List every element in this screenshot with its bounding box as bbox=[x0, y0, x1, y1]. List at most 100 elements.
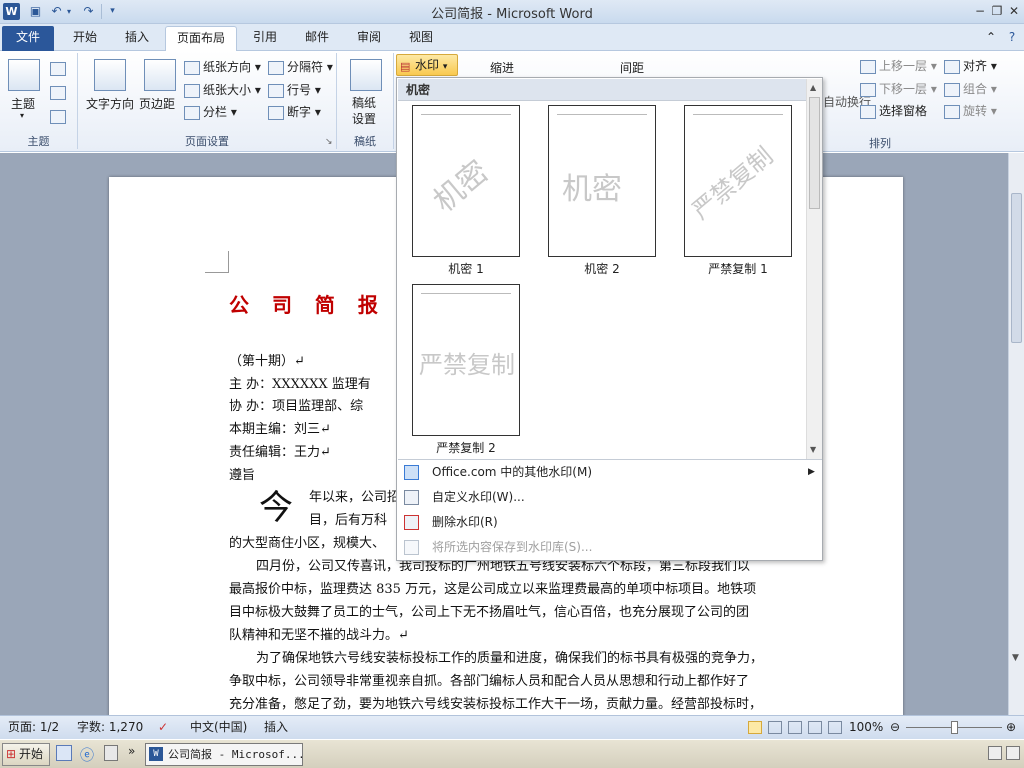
tab-mailings[interactable]: 邮件 bbox=[292, 26, 342, 51]
motto-line[interactable]: 遵旨 bbox=[229, 464, 255, 483]
tab-view[interactable]: 视图 bbox=[396, 26, 446, 51]
para2-line2[interactable]: 最高报价中标，监理费达 835 万元，这是公司成立以来监理费最高的单项中标项目。… bbox=[229, 578, 756, 597]
draft-paper-button[interactable]: 稿纸 设置 bbox=[352, 95, 376, 127]
issue-number[interactable]: （第十期）↵ bbox=[229, 350, 305, 369]
gallery-scroll-up-icon[interactable]: ▲ bbox=[810, 83, 816, 92]
co-sponsor-line[interactable]: 协 办：项目监理部、综 bbox=[229, 395, 363, 414]
full-screen-reading-icon[interactable] bbox=[768, 721, 782, 734]
align-icon bbox=[944, 59, 960, 74]
proofing-icon[interactable]: ✓ bbox=[158, 716, 168, 739]
bring-forward-button[interactable]: 上移一层 ▾ bbox=[860, 57, 937, 74]
close-button[interactable]: ✕ bbox=[1004, 2, 1024, 20]
tray-network-icon[interactable] bbox=[1006, 746, 1020, 760]
line-numbers-button[interactable]: 行号 ▾ bbox=[268, 81, 321, 98]
scroll-thumb[interactable] bbox=[1011, 193, 1022, 343]
group-button[interactable]: 组合 ▾ bbox=[944, 80, 997, 97]
para1-line2[interactable]: 目，后有万科 bbox=[309, 509, 387, 528]
language[interactable]: 中文(中国) bbox=[190, 716, 247, 739]
tab-review[interactable]: 审阅 bbox=[344, 26, 394, 51]
gallery-scrollbar[interactable]: ▲ ▼ bbox=[806, 79, 822, 459]
para1-line1[interactable]: 年以来，公司招 bbox=[309, 486, 400, 505]
themes-dropdown-icon[interactable]: ▾ bbox=[20, 111, 24, 120]
drop-cap[interactable]: 今 bbox=[259, 480, 293, 529]
rotate-button[interactable]: 旋转 ▾ bbox=[944, 102, 997, 119]
orientation-label: 纸张方向 bbox=[203, 60, 252, 74]
draft-paper-icon[interactable] bbox=[350, 59, 382, 91]
para2-line4[interactable]: 队精神和无坚不摧的战斗力。↵ bbox=[229, 624, 409, 643]
tab-page-layout[interactable]: 页面布局 bbox=[165, 26, 237, 52]
menu-item-label: Office.com 中的其他水印(M) bbox=[432, 465, 593, 479]
word-count[interactable]: 字数: 1,270 bbox=[77, 716, 143, 739]
watermark-confidential-1[interactable]: 机密 bbox=[412, 105, 520, 257]
zoom-level[interactable]: 100% bbox=[849, 716, 883, 739]
vertical-scrollbar[interactable]: ▼ bbox=[1008, 153, 1024, 715]
web-layout-icon[interactable] bbox=[788, 721, 802, 734]
quick-launch-icon[interactable] bbox=[56, 745, 72, 761]
minimize-ribbon-icon[interactable]: ⌃ bbox=[982, 26, 1000, 51]
text-direction-icon[interactable] bbox=[94, 59, 126, 91]
columns-button[interactable]: 分栏 ▾ bbox=[184, 103, 237, 120]
gallery-scroll-thumb[interactable] bbox=[809, 97, 820, 209]
gallery-header: 机密 bbox=[398, 79, 822, 101]
para3-line1[interactable]: 为了确保地铁六号线安装标投标工作的质量和进度，确保我们的标书具有极强的竞争力， bbox=[256, 647, 763, 666]
watermark-do-not-copy-2[interactable]: 严禁复制 bbox=[412, 284, 520, 436]
watermark-confidential-2[interactable]: 机密 bbox=[548, 105, 656, 257]
zoom-out-icon[interactable]: ⊖ bbox=[890, 716, 900, 739]
page-setup-launcher-icon[interactable]: ↘ bbox=[325, 137, 333, 147]
themes-group-label: 主题 bbox=[27, 135, 50, 148]
margins-icon[interactable] bbox=[144, 59, 176, 91]
tab-file[interactable]: 文件 bbox=[2, 26, 54, 51]
draft-view-icon[interactable] bbox=[828, 721, 842, 734]
para3-line2[interactable]: 争取中标，公司领导非常重视亲自抓。各部门编标人员和配合人员从思想和行动上都作好了 bbox=[229, 670, 749, 689]
custom-watermark-menu-item[interactable]: 自定义水印(W)... bbox=[398, 485, 822, 510]
para3-line3[interactable]: 充分准备，憋足了劲，要为地铁六号线安装标投标工作大干一场，贡献力量。经营部投标时… bbox=[229, 693, 762, 712]
zoom-slider-thumb[interactable] bbox=[951, 721, 958, 734]
selection-pane-button[interactable]: 选择窗格 bbox=[860, 102, 927, 119]
document-title[interactable]: 公 司 简 报 bbox=[229, 289, 386, 318]
media-icon[interactable] bbox=[104, 745, 118, 761]
theme-fonts-icon[interactable] bbox=[50, 86, 66, 100]
editor-line[interactable]: 责任编辑：王力↵ bbox=[229, 441, 331, 460]
scroll-down-icon[interactable]: ▼ bbox=[1012, 653, 1019, 663]
watermark-button[interactable]: ▤ 水印 ▾ bbox=[396, 54, 458, 76]
watermark-do-not-copy-1[interactable]: 严禁复制 bbox=[684, 105, 792, 257]
hyphenation-button[interactable]: 断字 ▾ bbox=[268, 103, 321, 120]
browser-icon[interactable]: ⓔ bbox=[80, 745, 94, 765]
sponsor-label: 主 办： bbox=[229, 377, 273, 392]
taskbar-word-window[interactable]: W 公司简报 - Microsof... bbox=[145, 743, 303, 766]
insert-mode[interactable]: 插入 bbox=[264, 716, 288, 739]
save-to-gallery-menu-item: 将所选内容保存到水印库(S)... bbox=[398, 535, 822, 560]
themes-icon[interactable] bbox=[8, 59, 40, 91]
co-sponsor-value: 项目监理部、综 bbox=[272, 399, 364, 414]
bring-forward-icon bbox=[860, 59, 876, 74]
outline-icon[interactable] bbox=[808, 721, 822, 734]
remove-watermark-menu-item[interactable]: 删除水印(R) bbox=[398, 510, 822, 535]
more-icon[interactable]: » bbox=[128, 744, 135, 758]
more-watermarks-menu-item[interactable]: Office.com 中的其他水印(M) ▶ bbox=[398, 460, 822, 485]
menu-item-label: 将所选内容保存到水印库(S)... bbox=[432, 540, 593, 554]
para2-line3[interactable]: 目中标极大鼓舞了员工的士气，公司上下无不扬眉吐气，信心百倍，也充分展现了公司的团 bbox=[229, 601, 749, 620]
size-button[interactable]: 纸张大小 ▾ bbox=[184, 81, 261, 98]
zoom-in-icon[interactable]: ⊕ bbox=[1006, 716, 1016, 739]
editor-in-chief-line[interactable]: 本期主编：刘三↵ bbox=[229, 418, 331, 437]
text-direction-button[interactable]: 文字方向 bbox=[86, 95, 134, 112]
breaks-button[interactable]: 分隔符 ▾ bbox=[268, 58, 333, 75]
align-button[interactable]: 对齐 ▾ bbox=[944, 57, 997, 74]
tray-keyboard-icon[interactable] bbox=[988, 746, 1002, 760]
margins-button[interactable]: 页边距 bbox=[139, 95, 175, 112]
para1-line3[interactable]: 的大型商住小区，规模大、 bbox=[229, 532, 385, 551]
gallery-scroll-down-icon[interactable]: ▼ bbox=[810, 445, 816, 454]
theme-effects-icon[interactable] bbox=[50, 110, 66, 124]
tab-references[interactable]: 引用 bbox=[240, 26, 290, 51]
send-backward-button[interactable]: 下移一层 ▾ bbox=[860, 80, 937, 97]
start-button[interactable]: ⊞ 开始 bbox=[2, 743, 50, 766]
tab-home[interactable]: 开始 bbox=[60, 26, 110, 51]
print-layout-icon[interactable] bbox=[748, 721, 762, 734]
theme-colors-icon[interactable] bbox=[50, 62, 66, 76]
page-count[interactable]: 页面: 1/2 bbox=[8, 716, 59, 739]
help-icon[interactable]: ? bbox=[1003, 26, 1021, 51]
themes-button[interactable]: 主题 bbox=[11, 95, 35, 112]
sponsor-line[interactable]: 主 办：XXXXXX 监理有 bbox=[229, 373, 371, 392]
tab-insert[interactable]: 插入 bbox=[112, 26, 162, 51]
orientation-button[interactable]: 纸张方向 ▾ bbox=[184, 58, 261, 75]
